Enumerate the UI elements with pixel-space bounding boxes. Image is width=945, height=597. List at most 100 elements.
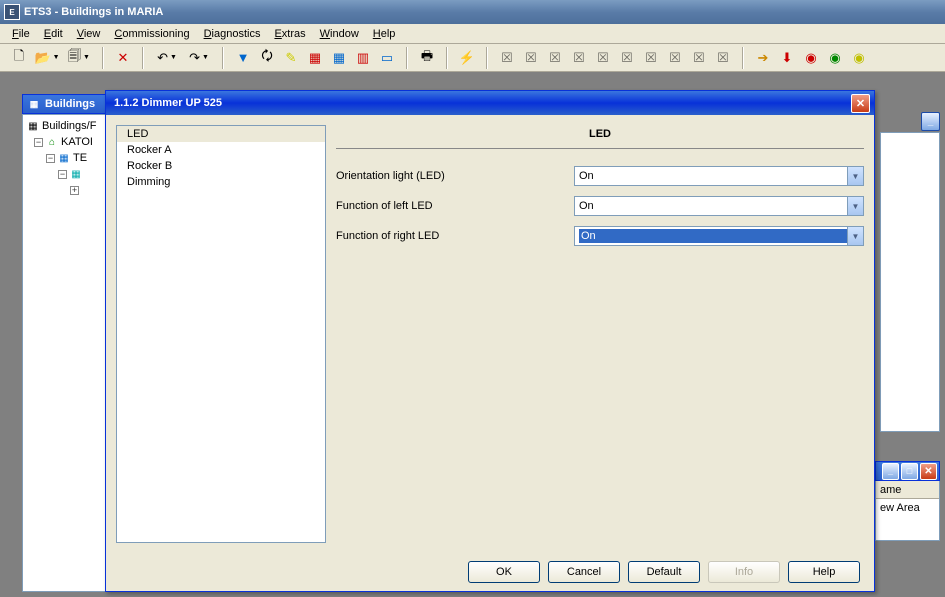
open-icon[interactable]: 📂▼ (32, 47, 62, 69)
tree-node-leaf[interactable]: + (26, 182, 113, 198)
select-value: On (579, 229, 847, 243)
grid-icon[interactable]: ▦ (328, 47, 350, 69)
sidebar-item-rocker-a[interactable]: Rocker A (117, 142, 325, 158)
undo-icon[interactable]: ↶▼ (152, 47, 182, 69)
dialog-button-row: OK Cancel Default Info Help (106, 553, 874, 591)
orientation-light-select[interactable]: On ▼ (574, 166, 864, 186)
info-button: Info (708, 561, 780, 583)
chevron-down-icon: ▼ (847, 167, 863, 185)
form-row-left-led: Function of left LED On ▼ (336, 191, 864, 221)
stop-icon[interactable]: ◉ (800, 47, 822, 69)
toolbar-sep (486, 47, 488, 69)
menu-edit[interactable]: Edit (38, 26, 69, 42)
ok-button[interactable]: OK (468, 561, 540, 583)
tree-node-te[interactable]: − ▦ TE (26, 150, 113, 166)
disabled-tool-2: ☒ (520, 47, 542, 69)
bottom-right-body: ame ew Area (875, 481, 940, 541)
collapse-icon[interactable]: − (58, 170, 67, 179)
disabled-tool-1: ☒ (496, 47, 518, 69)
close-icon[interactable]: ✕ (851, 94, 870, 113)
led-icon[interactable]: ◉ (848, 47, 870, 69)
help-button[interactable]: Help (788, 561, 860, 583)
dialog-title: 1.1.2 Dimmer UP 525 (114, 97, 222, 109)
table-row[interactable]: ew Area (876, 499, 939, 517)
disabled-tool-7: ☒ (640, 47, 662, 69)
delete-icon[interactable]: ✕ (112, 47, 134, 69)
arrow-icon[interactable]: ➔ (752, 47, 774, 69)
disabled-tool-6: ☒ (616, 47, 638, 69)
new-icon[interactable]: 🗋 (8, 47, 30, 69)
menu-window[interactable]: Window (314, 26, 365, 42)
default-button[interactable]: Default (628, 561, 700, 583)
dialog-main-heading: LED (336, 125, 864, 149)
disabled-tool-3: ☒ (544, 47, 566, 69)
close-icon[interactable]: ✕ (920, 463, 937, 480)
table-icon[interactable]: ▦ (304, 47, 326, 69)
select-value: On (579, 200, 847, 212)
toolbar-sep (222, 47, 224, 69)
form-label: Function of right LED (336, 230, 566, 242)
menubar: File Edit View Commissioning Diagnostics… (0, 24, 945, 44)
collapse-icon[interactable]: − (34, 138, 43, 147)
tree-node-label: KATOI (61, 136, 93, 148)
toolbar-sep (102, 47, 104, 69)
toolbar-sep (446, 47, 448, 69)
buildings-window-icon: ▦ (27, 97, 41, 111)
disabled-tool-4: ☒ (568, 47, 590, 69)
run-icon[interactable]: ⚡ (456, 47, 478, 69)
print-icon[interactable]: 🖶 (416, 47, 438, 69)
select-value: On (579, 170, 847, 182)
menu-file[interactable]: File (6, 26, 36, 42)
dialog-main: LED Orientation light (LED) On ▼ Functio… (336, 125, 864, 543)
chevron-down-icon: ▼ (847, 197, 863, 215)
copy-icon[interactable]: 🗐▼ (64, 47, 94, 69)
expand-icon[interactable]: + (70, 186, 79, 195)
green-icon[interactable]: ◉ (824, 47, 846, 69)
sidebar-item-dimming[interactable]: Dimming (117, 174, 325, 190)
dialog-body: LED Rocker A Rocker B Dimming LED Orient… (106, 115, 874, 553)
toolbar: 🗋 📂▼ 🗐▼ ✕ ↶▼ ↷▼ ▼ 🗘 ✎ ▦ ▦ ▥ ▭ 🖶 ⚡ ☒ ☒ ☒ … (0, 44, 945, 72)
panel-icon[interactable]: ▭ (376, 47, 398, 69)
down-icon[interactable]: ⬇ (776, 47, 798, 69)
buildings-title: Buildings (45, 98, 95, 110)
menu-commissioning[interactable]: Commissioning (108, 26, 195, 42)
columns-icon[interactable]: ▥ (352, 47, 374, 69)
form-row-orientation-light: Orientation light (LED) On ▼ (336, 161, 864, 191)
dialog-titlebar[interactable]: 1.1.2 Dimmer UP 525 ✕ (106, 91, 874, 115)
menu-diagnostics[interactable]: Diagnostics (198, 26, 267, 42)
highlight-icon[interactable]: ✎ (280, 47, 302, 69)
minimize-icon[interactable]: _ (882, 463, 899, 480)
right-window-controls: _ (921, 112, 940, 131)
disabled-tool-5: ☒ (592, 47, 614, 69)
chevron-down-icon: ▼ (847, 227, 863, 245)
minimize-icon[interactable]: _ (921, 112, 940, 131)
redo-icon[interactable]: ↷▼ (184, 47, 214, 69)
menu-view[interactable]: View (71, 26, 107, 42)
maximize-icon[interactable]: □ (901, 463, 918, 480)
dialog-sidebar: LED Rocker A Rocker B Dimming (116, 125, 326, 543)
sidebar-item-led[interactable]: LED (117, 126, 325, 142)
left-led-select[interactable]: On ▼ (574, 196, 864, 216)
tree-node-sub[interactable]: − ▦ (26, 166, 113, 182)
folder-icon: ▦ (26, 120, 40, 132)
column-header[interactable]: ame (876, 481, 939, 499)
tree-root-label: Buildings/F (42, 120, 96, 132)
sidebar-item-rocker-b[interactable]: Rocker B (117, 158, 325, 174)
disabled-tool-8: ☒ (664, 47, 686, 69)
filter-icon[interactable]: ▼ (232, 47, 254, 69)
refresh-icon[interactable]: 🗘 (256, 47, 278, 69)
toolbar-sep (742, 47, 744, 69)
right-led-select[interactable]: On ▼ (574, 226, 864, 246)
collapse-icon[interactable]: − (46, 154, 55, 163)
form-row-right-led: Function of right LED On ▼ (336, 221, 864, 251)
cancel-button[interactable]: Cancel (548, 561, 620, 583)
menu-extras[interactable]: Extras (268, 26, 311, 42)
tree-node-katoi[interactable]: − ⌂ KATOI (26, 134, 113, 150)
menu-help[interactable]: Help (367, 26, 402, 42)
tree-root[interactable]: ▦ Buildings/F (26, 118, 113, 134)
bottom-right-titlebar[interactable]: _ □ ✕ (875, 461, 940, 481)
disabled-tool-10: ☒ (712, 47, 734, 69)
toolbar-sep (142, 47, 144, 69)
app-titlebar: E ETS3 - Buildings in MARIA (0, 0, 945, 24)
buildings-tree[interactable]: ▦ Buildings/F − ⌂ KATOI − ▦ TE − ▦ + (23, 115, 116, 201)
